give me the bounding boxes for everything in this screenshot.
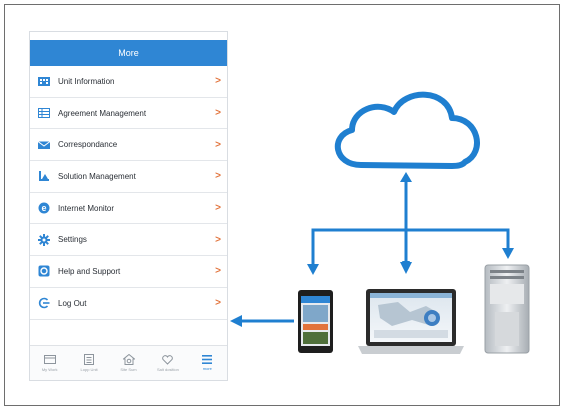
arrow-down-laptop (400, 262, 412, 274)
cloud-icon (334, 91, 480, 169)
connector-lines (311, 180, 510, 269)
tablet-device (298, 290, 333, 353)
arrow-up-cloud (400, 172, 412, 182)
cloud-sync-diagram (230, 91, 530, 354)
desktop-tower-device (484, 264, 530, 354)
arrow-down-tablet (307, 264, 319, 275)
arrow-down-tower (502, 248, 514, 259)
laptop-device (358, 289, 464, 354)
arrow-left-phone (230, 315, 242, 327)
